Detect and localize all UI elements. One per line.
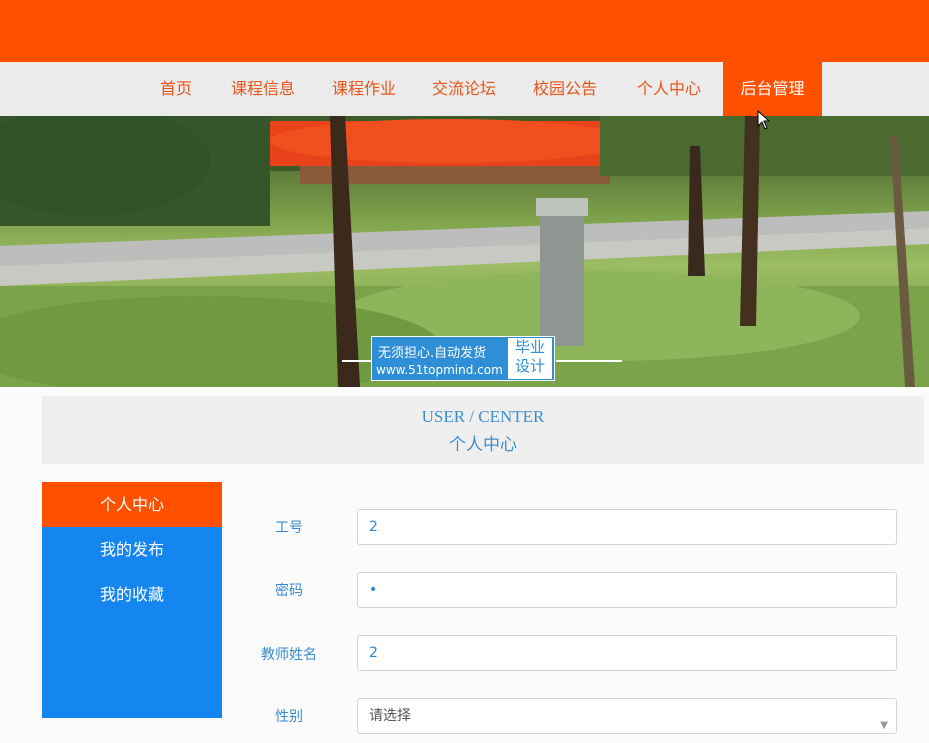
watermark-side-line1: 毕业: [514, 338, 545, 356]
work-id-input[interactable]: 2: [357, 509, 897, 545]
gender-select-value: 请选择: [369, 708, 411, 724]
section-title-en: USER / CENTER: [421, 407, 545, 426]
sidebar-item-my-favorites[interactable]: 我的收藏: [42, 572, 222, 617]
nav-personal-center[interactable]: 个人中心: [628, 62, 710, 116]
nav-course-homework[interactable]: 课程作业: [323, 62, 405, 116]
sidebar: 个人中心 我的发布 我的收藏: [42, 482, 222, 718]
sidebar-item-personal-center[interactable]: 个人中心: [42, 482, 222, 527]
watermark-badge: 无须担心.自动发货 www.51topmind.com 毕业 设计: [371, 336, 555, 381]
nav-admin[interactable]: 后台管理: [723, 62, 822, 116]
watermark-side: 毕业 设计: [508, 338, 552, 379]
watermark-line-right: [556, 360, 622, 362]
watermark-url: www.51topmind.com: [376, 363, 503, 377]
watermark-text: 无须担心.自动发货: [378, 346, 487, 361]
gender-select[interactable]: 请选择 ▼: [357, 698, 897, 734]
password-label: 密码: [275, 583, 303, 599]
nav-forum[interactable]: 交流论坛: [423, 62, 505, 116]
teacher-name-label: 教师姓名: [261, 647, 317, 663]
chevron-down-icon: ▼: [880, 720, 888, 731]
gender-label: 性别: [275, 709, 303, 725]
watermark-side-line2: 设计: [514, 357, 545, 375]
teacher-name-input[interactable]: 2: [357, 635, 897, 671]
nav-home[interactable]: 首页: [150, 62, 202, 116]
mouse-cursor-icon: [757, 110, 771, 130]
main-nav: 首页 课程信息 课程作业 交流论坛 校园公告 个人中心 后台管理: [0, 62, 929, 116]
sidebar-item-my-posts[interactable]: 我的发布: [42, 527, 222, 572]
section-title-cn: 个人中心: [449, 435, 517, 455]
nav-course-info[interactable]: 课程信息: [222, 62, 304, 116]
password-input[interactable]: •: [357, 572, 897, 608]
nav-announcements[interactable]: 校园公告: [524, 62, 606, 116]
watermark-line-left: [342, 360, 372, 362]
section-header: USER / CENTER 个人中心: [42, 396, 924, 464]
work-id-label: 工号: [275, 520, 303, 536]
top-header-bar: [0, 0, 929, 62]
